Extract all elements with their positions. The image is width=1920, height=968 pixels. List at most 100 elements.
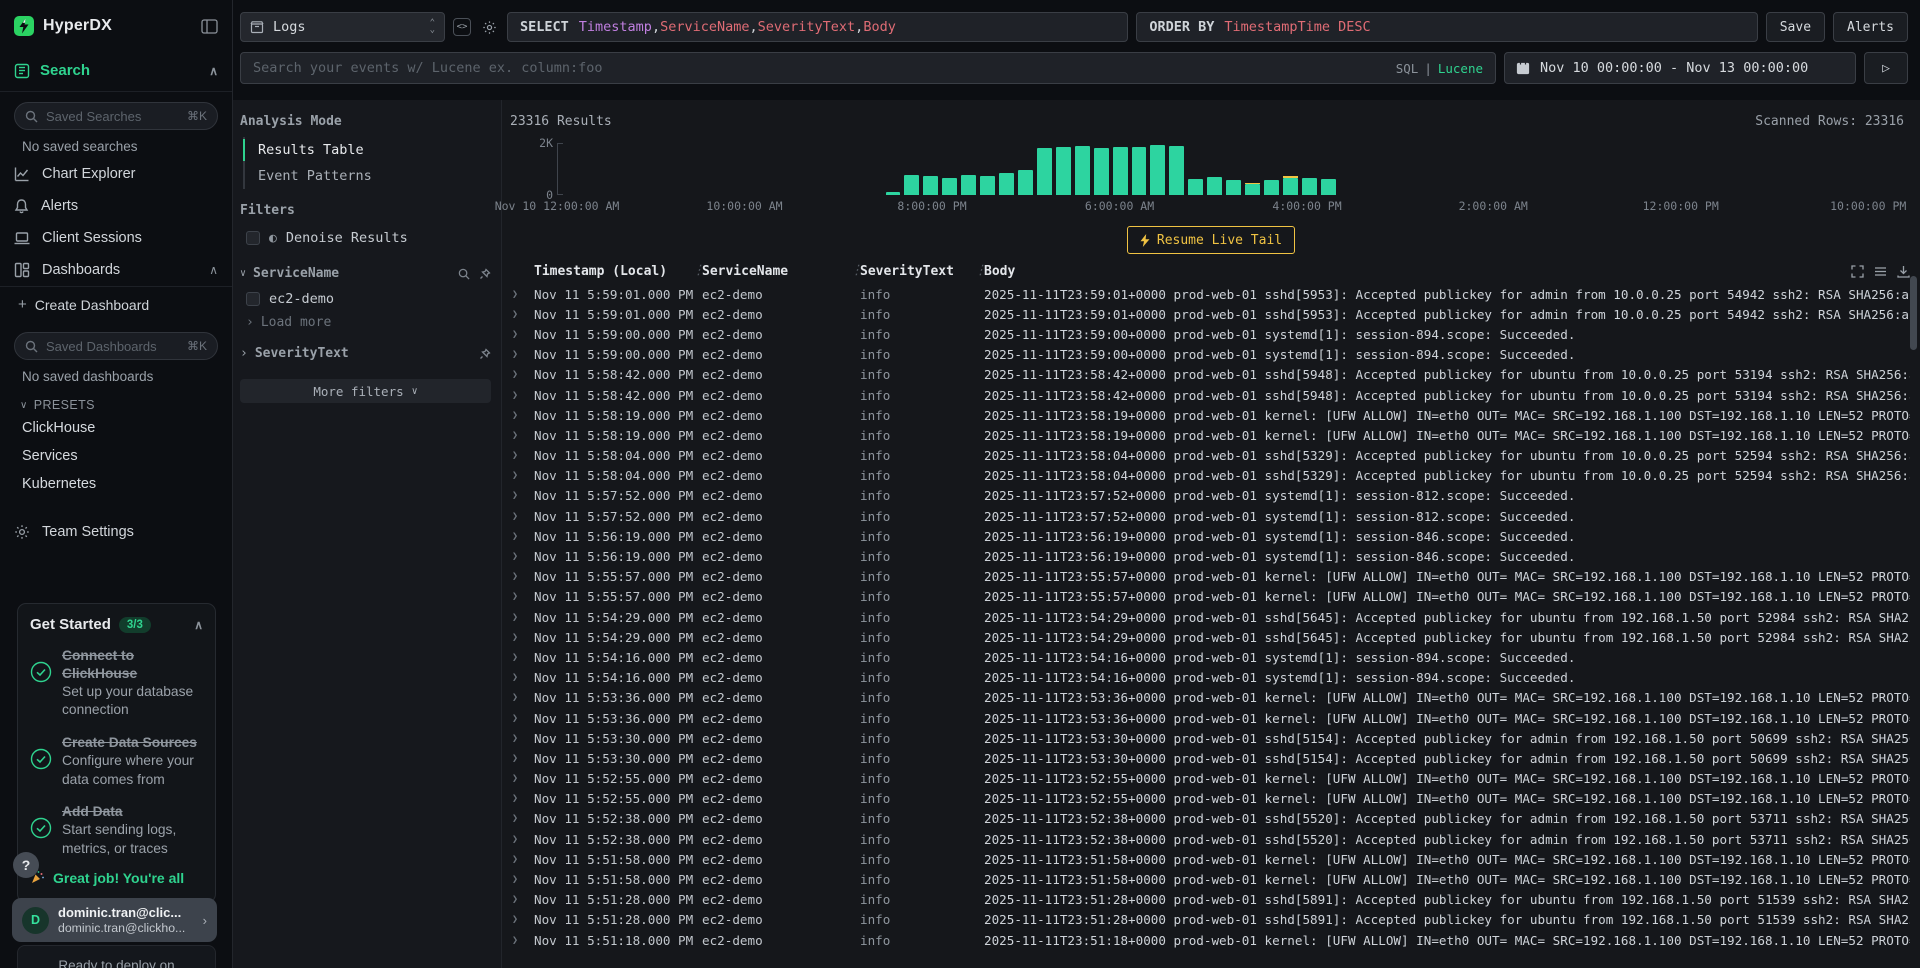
sidebar-item-alerts[interactable]: Alerts <box>0 190 232 222</box>
saved-dashboards-input[interactable]: Saved Dashboards ⌘K <box>14 332 218 360</box>
row-expand-chevron-icon[interactable]: ❯ <box>510 450 528 461</box>
histogram-bar[interactable] <box>961 175 976 195</box>
col-servicename[interactable]: ⋮ServiceName <box>696 264 854 279</box>
histogram-bar[interactable] <box>923 176 938 195</box>
table-row[interactable]: ❯Nov 11 5:54:16.000 PMec2-demoinfo2025-1… <box>510 647 1910 667</box>
row-expand-chevron-icon[interactable]: ❯ <box>510 511 528 522</box>
table-row[interactable]: ❯Nov 11 5:58:04.000 PMec2-demoinfo2025-1… <box>510 446 1910 466</box>
user-menu[interactable]: D dominic.tran@clic... dominic.tran@clic… <box>12 898 217 942</box>
table-row[interactable]: ❯Nov 11 5:59:00.000 PMec2-demoinfo2025-1… <box>510 345 1910 365</box>
histogram-bar[interactable] <box>904 175 919 195</box>
date-range-picker[interactable]: Nov 10 00:00:00 - Nov 13 00:00:00 <box>1504 52 1856 84</box>
row-expand-chevron-icon[interactable]: ❯ <box>510 490 528 501</box>
download-icon[interactable] <box>1897 265 1910 278</box>
table-row[interactable]: ❯Nov 11 5:58:19.000 PMec2-demoinfo2025-1… <box>510 425 1910 445</box>
column-resize-handle[interactable]: ⋮ <box>692 263 705 278</box>
table-row[interactable]: ❯Nov 11 5:54:29.000 PMec2-demoinfo2025-1… <box>510 607 1910 627</box>
row-density-icon[interactable] <box>1874 265 1887 278</box>
event-search-input[interactable]: Search your events w/ Lucene ex. column:… <box>240 52 1496 84</box>
histogram-bar[interactable] <box>1245 183 1260 195</box>
get-started-step[interactable]: Add DataStart sending logs, metrics, or … <box>30 803 203 858</box>
preset-dashboard-link[interactable]: Services <box>0 442 232 470</box>
table-row[interactable]: ❯Nov 11 5:59:00.000 PMec2-demoinfo2025-1… <box>510 324 1910 344</box>
pin-icon[interactable] <box>479 268 491 280</box>
table-row[interactable]: ❯Nov 11 5:58:42.000 PMec2-demoinfo2025-1… <box>510 385 1910 405</box>
sidebar-item-client-sessions[interactable]: Client Sessions <box>0 222 232 254</box>
presets-header[interactable]: ∨ PRESETS <box>0 388 232 414</box>
pin-icon[interactable] <box>479 348 491 360</box>
histogram-bar[interactable] <box>1056 147 1071 195</box>
histogram-bar[interactable] <box>1264 180 1279 195</box>
lang-sql[interactable]: SQL <box>1396 61 1419 76</box>
saved-searches-input[interactable]: Saved Searches ⌘K <box>14 102 218 130</box>
row-expand-chevron-icon[interactable]: ❯ <box>510 914 528 925</box>
table-row[interactable]: ❯Nov 11 5:57:52.000 PMec2-demoinfo2025-1… <box>510 486 1910 506</box>
histogram-bar[interactable] <box>886 192 901 195</box>
row-expand-chevron-icon[interactable]: ❯ <box>510 713 528 724</box>
vertical-scrollbar[interactable] <box>1910 276 1917 350</box>
save-button[interactable]: Save <box>1766 12 1825 42</box>
table-row[interactable]: ❯Nov 11 5:52:38.000 PMec2-demoinfo2025-1… <box>510 829 1910 849</box>
checkbox[interactable] <box>246 231 260 245</box>
table-row[interactable]: ❯Nov 11 5:58:04.000 PMec2-demoinfo2025-1… <box>510 466 1910 486</box>
row-expand-chevron-icon[interactable]: ❯ <box>510 854 528 865</box>
order-by-input[interactable]: ORDER BY TimestampTime DESC <box>1136 12 1757 42</box>
table-row[interactable]: ❯Nov 11 5:56:19.000 PMec2-demoinfo2025-1… <box>510 526 1910 546</box>
histogram-bar[interactable] <box>1037 148 1052 195</box>
resume-live-tail-button[interactable]: Resume Live Tail <box>1127 226 1295 254</box>
table-row[interactable]: ❯Nov 11 5:53:36.000 PMec2-demoinfo2025-1… <box>510 688 1910 708</box>
more-filters-button[interactable]: More filters ∨ <box>240 379 491 403</box>
row-expand-chevron-icon[interactable]: ❯ <box>510 793 528 804</box>
row-expand-chevron-icon[interactable]: ❯ <box>510 410 528 421</box>
table-row[interactable]: ❯Nov 11 5:55:57.000 PMec2-demoinfo2025-1… <box>510 567 1910 587</box>
code-editor-icon[interactable]: <> <box>453 18 471 36</box>
row-expand-chevron-icon[interactable]: ❯ <box>510 289 528 300</box>
row-expand-chevron-icon[interactable]: ❯ <box>510 753 528 764</box>
histogram-bar[interactable] <box>1207 177 1222 195</box>
denoise-results-checkbox[interactable]: ◐ Denoise Results <box>240 226 491 250</box>
alerts-button[interactable]: Alerts <box>1833 12 1908 42</box>
table-row[interactable]: ❯Nov 11 5:52:38.000 PMec2-demoinfo2025-1… <box>510 809 1910 829</box>
chevron-up-icon[interactable]: ∧ <box>209 64 218 78</box>
col-timestamp[interactable]: Timestamp (Local) <box>528 264 696 279</box>
sidebar-item-search[interactable]: Search ∧ <box>0 52 232 91</box>
row-expand-chevron-icon[interactable]: ❯ <box>510 813 528 824</box>
run-query-button[interactable]: ▷ <box>1864 52 1908 84</box>
row-expand-chevron-icon[interactable]: ❯ <box>510 571 528 582</box>
table-row[interactable]: ❯Nov 11 5:53:30.000 PMec2-demoinfo2025-1… <box>510 748 1910 768</box>
histogram-bar[interactable] <box>1018 170 1033 195</box>
table-row[interactable]: ❯Nov 11 5:53:36.000 PMec2-demoinfo2025-1… <box>510 708 1910 728</box>
help-button[interactable]: ? <box>13 852 39 878</box>
table-row[interactable]: ❯Nov 11 5:57:52.000 PMec2-demoinfo2025-1… <box>510 506 1910 526</box>
sidebar-collapse-icon[interactable] <box>201 19 218 34</box>
sidebar-item-team-settings[interactable]: Team Settings <box>0 516 232 548</box>
table-row[interactable]: ❯Nov 11 5:52:55.000 PMec2-demoinfo2025-1… <box>510 769 1910 789</box>
filter-group-severitytext[interactable]: › SeverityText <box>240 346 491 361</box>
table-row[interactable]: ❯Nov 11 5:51:18.000 PMec2-demoinfo2025-1… <box>510 930 1910 950</box>
sidebar-item-chart-explorer[interactable]: Chart Explorer <box>0 158 232 190</box>
table-row[interactable]: ❯Nov 11 5:51:28.000 PMec2-demoinfo2025-1… <box>510 910 1910 930</box>
get-started-step[interactable]: Create Data SourcesConfigure where your … <box>30 734 203 789</box>
source-select[interactable]: Logs ⌃⌄ <box>240 12 445 42</box>
table-row[interactable]: ❯Nov 11 5:51:58.000 PMec2-demoinfo2025-1… <box>510 869 1910 889</box>
column-resize-handle[interactable]: ⋮ <box>850 263 863 278</box>
table-row[interactable]: ❯Nov 11 5:54:16.000 PMec2-demoinfo2025-1… <box>510 668 1910 688</box>
histogram-bar[interactable] <box>1132 147 1147 195</box>
analysis-mode-tab-results-table[interactable]: Results Table <box>245 137 491 163</box>
row-expand-chevron-icon[interactable]: ❯ <box>510 773 528 784</box>
table-row[interactable]: ❯Nov 11 5:56:19.000 PMec2-demoinfo2025-1… <box>510 546 1910 566</box>
analysis-mode-tab-event-patterns[interactable]: Event Patterns <box>245 163 491 189</box>
histogram-bar[interactable] <box>980 176 995 195</box>
histogram-bar[interactable] <box>1302 178 1317 195</box>
row-expand-chevron-icon[interactable]: ❯ <box>510 369 528 380</box>
histogram-bar[interactable] <box>1283 176 1298 195</box>
table-row[interactable]: ❯Nov 11 5:51:28.000 PMec2-demoinfo2025-1… <box>510 890 1910 910</box>
checkbox[interactable] <box>246 292 260 306</box>
table-row[interactable]: ❯Nov 11 5:59:01.000 PMec2-demoinfo2025-1… <box>510 284 1910 304</box>
row-expand-chevron-icon[interactable]: ❯ <box>510 390 528 401</box>
table-row[interactable]: ❯Nov 11 5:54:29.000 PMec2-demoinfo2025-1… <box>510 627 1910 647</box>
row-expand-chevron-icon[interactable]: ❯ <box>510 692 528 703</box>
histogram-bar[interactable] <box>999 173 1014 195</box>
row-expand-chevron-icon[interactable]: ❯ <box>510 309 528 320</box>
row-expand-chevron-icon[interactable]: ❯ <box>510 834 528 845</box>
